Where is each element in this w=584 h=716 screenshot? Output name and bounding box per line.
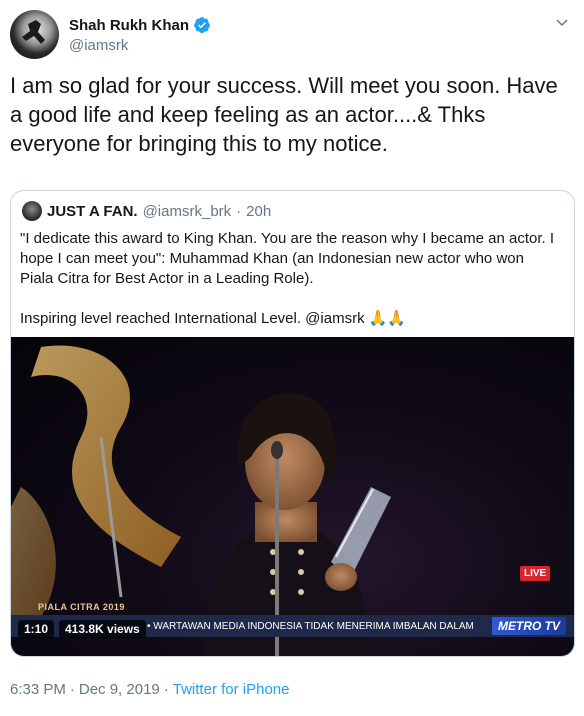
- video-views-badge: 413.8K views: [59, 620, 146, 638]
- author-avatar[interactable]: [10, 10, 59, 59]
- meta-separator-1: ·: [69, 681, 75, 698]
- quoted-display-name: JUST A FAN.: [47, 202, 138, 220]
- video-duration-badge: 1:10: [18, 620, 55, 638]
- tweet-text: I am so glad for your success. Will meet…: [10, 73, 558, 156]
- author-display-name[interactable]: Shah Rukh Khan: [69, 17, 189, 34]
- quoted-paragraph-2-text: Inspiring level reached International Le…: [20, 310, 369, 327]
- live-badge: LIVE: [520, 566, 551, 581]
- video-player[interactable]: LIVE PIALA CITRA 2019 • WARTAWAN MEDIA I…: [11, 337, 574, 656]
- event-logo-text: PIALA CITRA 2019: [38, 602, 125, 612]
- quoted-handle: @iamsrk_brk: [142, 202, 232, 220]
- author-name-row[interactable]: Shah Rukh Khan: [69, 16, 211, 34]
- tweet-metadata: 6:33 PM · Dec 9, 2019 · Twitter for iPho…: [10, 681, 289, 698]
- verified-badge-icon: [194, 17, 210, 34]
- quoted-tweet-header: JUST A FAN. @iamsrk_brk · 20h: [22, 201, 271, 221]
- tweet-time[interactable]: 6:33 PM: [10, 681, 66, 698]
- author-handle[interactable]: @iamsrk: [69, 37, 128, 54]
- quoted-tweet[interactable]: JUST A FAN. @iamsrk_brk · 20h "I dedicat…: [10, 190, 575, 657]
- quoted-time: 20h: [246, 202, 272, 220]
- chevron-down-icon[interactable]: [554, 14, 570, 30]
- channel-logo: METRO TV: [492, 617, 566, 635]
- quoted-text: "I dedicate this award to King Khan. You…: [20, 229, 560, 329]
- quoted-separator: ·: [236, 202, 242, 220]
- ticker-text: • WARTAWAN MEDIA INDONESIA TIDAK MENERIM…: [147, 620, 474, 632]
- tweet-date[interactable]: Dec 9, 2019: [79, 681, 160, 698]
- folded-hands-emoji: 🙏🙏: [368, 310, 407, 327]
- meta-separator-2: ·: [163, 681, 169, 698]
- tweet-source-link[interactable]: Twitter for iPhone: [173, 681, 290, 698]
- quoted-paragraph-1: "I dedicate this award to King Khan. You…: [20, 230, 554, 287]
- tweet-header: Shah Rukh Khan @iamsrk: [10, 10, 570, 60]
- quoted-paragraph-2: Inspiring level reached International Le…: [20, 309, 560, 329]
- quoted-author-avatar: [22, 201, 42, 221]
